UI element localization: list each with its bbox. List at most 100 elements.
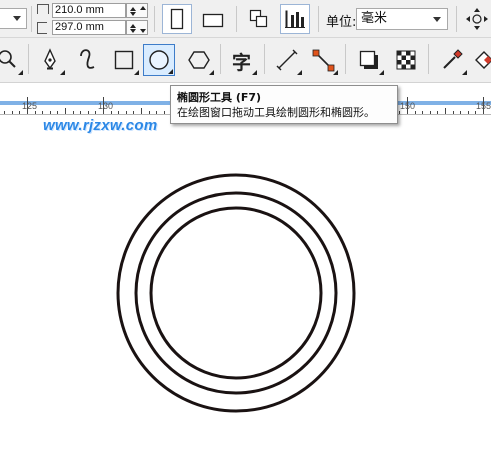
- separator: [31, 6, 32, 32]
- toolbox: 字: [0, 38, 491, 83]
- arrow-up-icon: [130, 24, 136, 28]
- units-dropdown[interactable]: 毫米: [356, 8, 448, 30]
- fill-bucket-icon: [475, 51, 491, 69]
- arrow-down-icon: [130, 12, 136, 16]
- separator: [154, 6, 155, 32]
- tooltip-title: 椭圆形工具 (F7): [177, 91, 262, 104]
- move-arrows-icon: [466, 8, 488, 30]
- ruler-tick: [65, 108, 66, 114]
- page-height-stepper[interactable]: [126, 20, 148, 35]
- arrow-up-icon: [130, 7, 136, 11]
- text-char-icon: 字: [232, 52, 252, 74]
- page-width-field[interactable]: 210.0 mm: [52, 3, 126, 18]
- canvas-drawing: [116, 173, 356, 413]
- ruler-tick: [50, 111, 51, 114]
- ruler-label: 150: [400, 101, 416, 111]
- ruler-tick: [156, 111, 157, 114]
- artistic-media-tool[interactable]: [72, 44, 104, 76]
- pen-tool[interactable]: [34, 44, 66, 76]
- separator: [220, 44, 221, 74]
- page-height-icon: [37, 22, 47, 34]
- ruler-tick: [475, 111, 476, 114]
- ruler-tick: [460, 111, 461, 114]
- separator: [318, 6, 319, 32]
- ruler-tick: [437, 111, 438, 114]
- tooltip-description: 在绘图窗口拖动工具绘制圆形和椭圆形。: [177, 106, 375, 119]
- pages-stack-icon: [249, 9, 268, 28]
- ruler-tick: [4, 111, 5, 114]
- flyout-indicator: [462, 70, 467, 75]
- inner-circle[interactable]: [149, 206, 323, 380]
- bar-chart-page-icon: [285, 10, 305, 28]
- middle-circle[interactable]: [134, 191, 338, 395]
- all-pages-button[interactable]: [244, 4, 274, 34]
- page-width-icon: [37, 4, 49, 14]
- separator: [428, 44, 429, 74]
- connector-tool[interactable]: [307, 44, 339, 76]
- ruler-tick: [80, 111, 81, 114]
- separator: [236, 6, 237, 32]
- ruler-tick: [57, 111, 58, 114]
- paper-type-dropdown[interactable]: [0, 8, 27, 29]
- page-width-stepper[interactable]: [126, 3, 148, 18]
- separator: [456, 6, 457, 32]
- arrow-up-icon: [140, 6, 146, 10]
- app-window: 210.0 mm 297.0 mm 单位: 毫米 字 125 130 150 1…: [0, 0, 491, 469]
- chevron-down-icon: [433, 17, 441, 22]
- tooltip: 椭圆形工具 (F7) 在绘图窗口拖动工具绘制圆形和椭圆形。: [170, 85, 398, 124]
- nudge-button[interactable]: [462, 4, 491, 34]
- flyout-indicator: [333, 70, 338, 75]
- ruler-tick: [430, 111, 431, 114]
- drop-shadow-tool[interactable]: [353, 44, 385, 76]
- ruler-tick: [118, 111, 119, 114]
- current-page-button[interactable]: [280, 4, 310, 34]
- ruler-tick: [445, 108, 446, 114]
- ruler-tick: [141, 108, 142, 114]
- parallel-dimension-tool[interactable]: [271, 44, 303, 76]
- ruler-tick: [149, 111, 150, 114]
- separator: [345, 44, 346, 74]
- flyout-indicator: [379, 70, 384, 75]
- ruler-tick: [35, 111, 36, 114]
- chevron-down-icon: [13, 16, 21, 21]
- arrow-down-icon: [140, 29, 146, 33]
- arrow-down-icon: [130, 29, 136, 33]
- checkerboard-icon: [396, 50, 416, 70]
- drawing-canvas[interactable]: [0, 116, 491, 469]
- ruler-tick: [415, 111, 416, 114]
- flyout-indicator: [209, 70, 214, 75]
- flyout-indicator: [252, 70, 257, 75]
- separator: [264, 44, 265, 74]
- outer-circle[interactable]: [116, 173, 356, 413]
- polygon-tool[interactable]: [183, 44, 215, 76]
- ruler-tick: [468, 111, 469, 114]
- text-tool[interactable]: 字: [226, 44, 258, 76]
- fill-tool[interactable]: [470, 44, 491, 76]
- transparency-tool[interactable]: [390, 44, 422, 76]
- units-value: 毫米: [361, 11, 388, 26]
- ruler-tick: [95, 111, 96, 114]
- property-bar: 210.0 mm 297.0 mm 单位: 毫米: [0, 0, 491, 38]
- ruler-tick: [422, 111, 423, 114]
- ruler-tick: [126, 111, 127, 114]
- ruler-label: 130: [98, 101, 114, 111]
- ruler-tick: [12, 111, 13, 114]
- ruler-tick: [164, 111, 165, 114]
- flyout-indicator: [168, 69, 173, 74]
- flyout-indicator: [60, 70, 65, 75]
- portrait-page-icon: [170, 8, 184, 30]
- portrait-button[interactable]: [162, 4, 192, 34]
- flyout-indicator: [297, 70, 302, 75]
- page-height-field[interactable]: 297.0 mm: [52, 20, 126, 35]
- ruler-tick: [88, 111, 89, 114]
- eyedropper-tool[interactable]: [436, 44, 468, 76]
- landscape-button[interactable]: [198, 4, 228, 34]
- curve-icon: [80, 49, 95, 69]
- zoom-tool[interactable]: [0, 44, 24, 76]
- ellipse-tool[interactable]: [143, 44, 175, 76]
- flyout-indicator: [134, 70, 139, 75]
- ruler-tick: [399, 111, 400, 114]
- rectangle-tool[interactable]: [108, 44, 140, 76]
- separator: [28, 44, 29, 74]
- ruler-label: 125: [22, 101, 38, 111]
